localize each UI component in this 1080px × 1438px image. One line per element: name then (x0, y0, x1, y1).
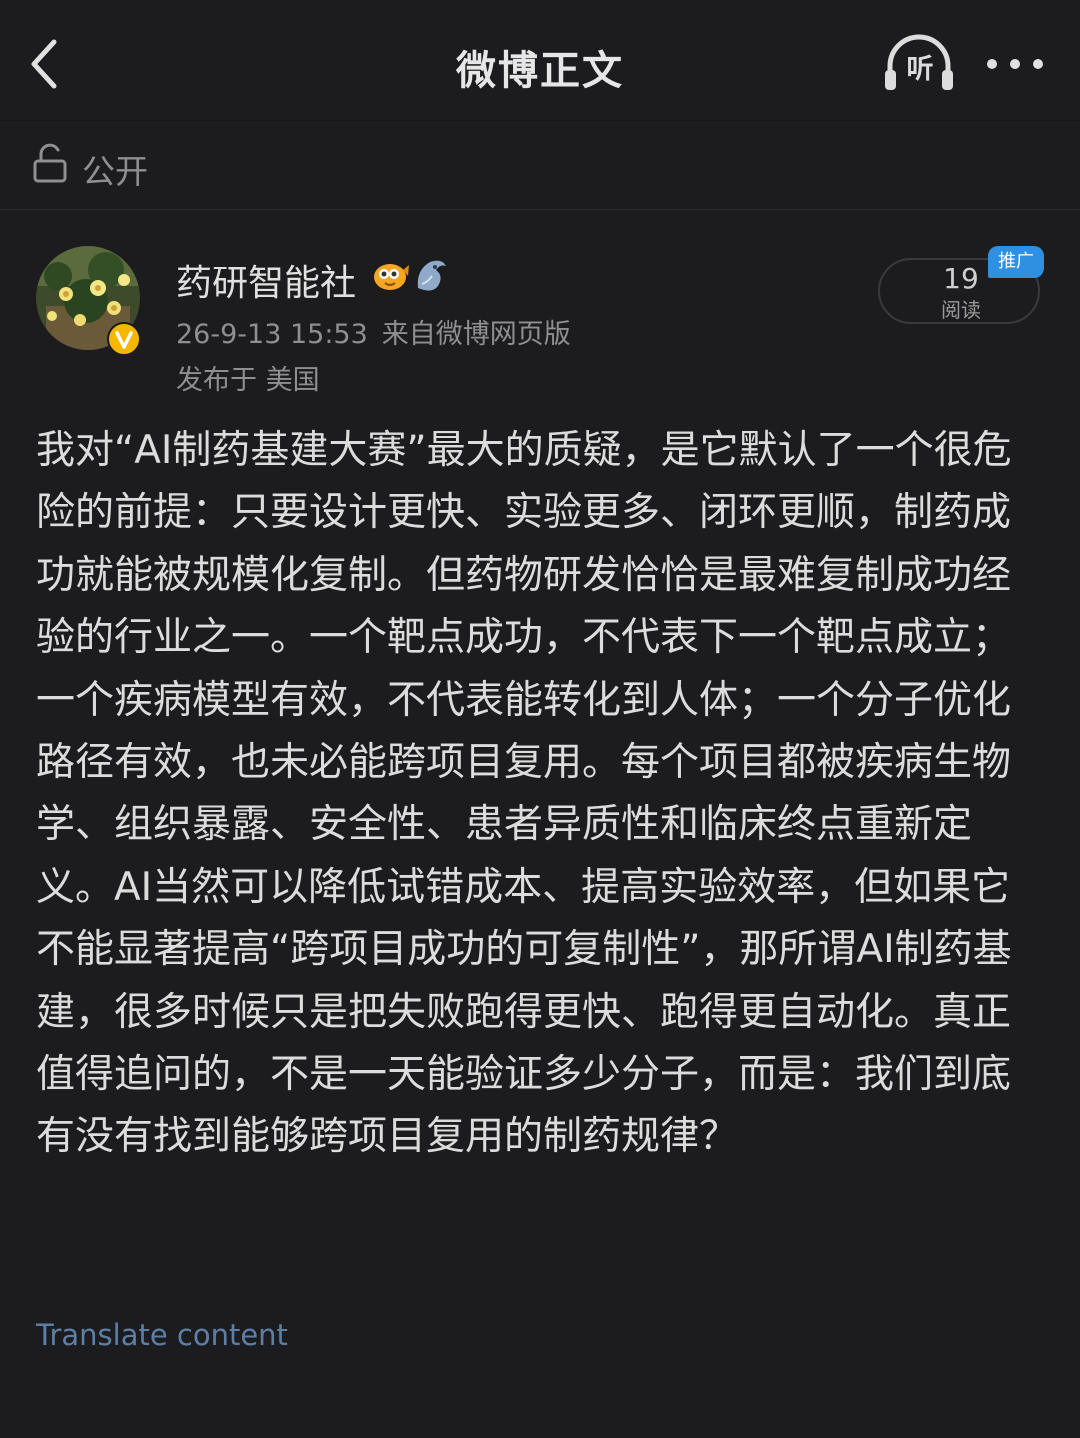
listen-button[interactable]: 听 (882, 32, 956, 94)
fish-badge-icon (374, 264, 409, 290)
post-timestamp: 26-9-13 15:53 (176, 319, 368, 350)
read-label: 阅读 (941, 298, 981, 322)
dolphin-badge-icon (417, 260, 446, 291)
verified-badge-icon (107, 322, 141, 356)
post-source[interactable]: 来自微博网页版 (382, 319, 571, 350)
unlock-icon (33, 143, 67, 183)
visibility-row: 公开 (0, 120, 1080, 210)
more-options-button[interactable] (982, 42, 1048, 86)
more-dots-icon (987, 59, 1043, 69)
listen-label: 听 (906, 54, 934, 85)
back-button[interactable] (22, 36, 72, 92)
post-location: 发布于 美国 (176, 365, 320, 396)
post-content: 我对“AI制药基建大赛”最大的质疑，是它默认了一个很危险的前提：只要设计更快、实… (36, 428, 1012, 1160)
author-name[interactable]: 药研智能社 (176, 254, 356, 306)
chevron-left-icon (31, 39, 57, 89)
translate-content-link[interactable]: Translate content (36, 1318, 288, 1352)
promote-badge[interactable]: 推广 (988, 246, 1044, 278)
post-meta: 26-9-13 15:53 来自微博网页版 (176, 312, 571, 351)
visibility-label: 公开 (82, 152, 148, 191)
top-nav-bar: 微博正文 听 (0, 0, 1080, 120)
